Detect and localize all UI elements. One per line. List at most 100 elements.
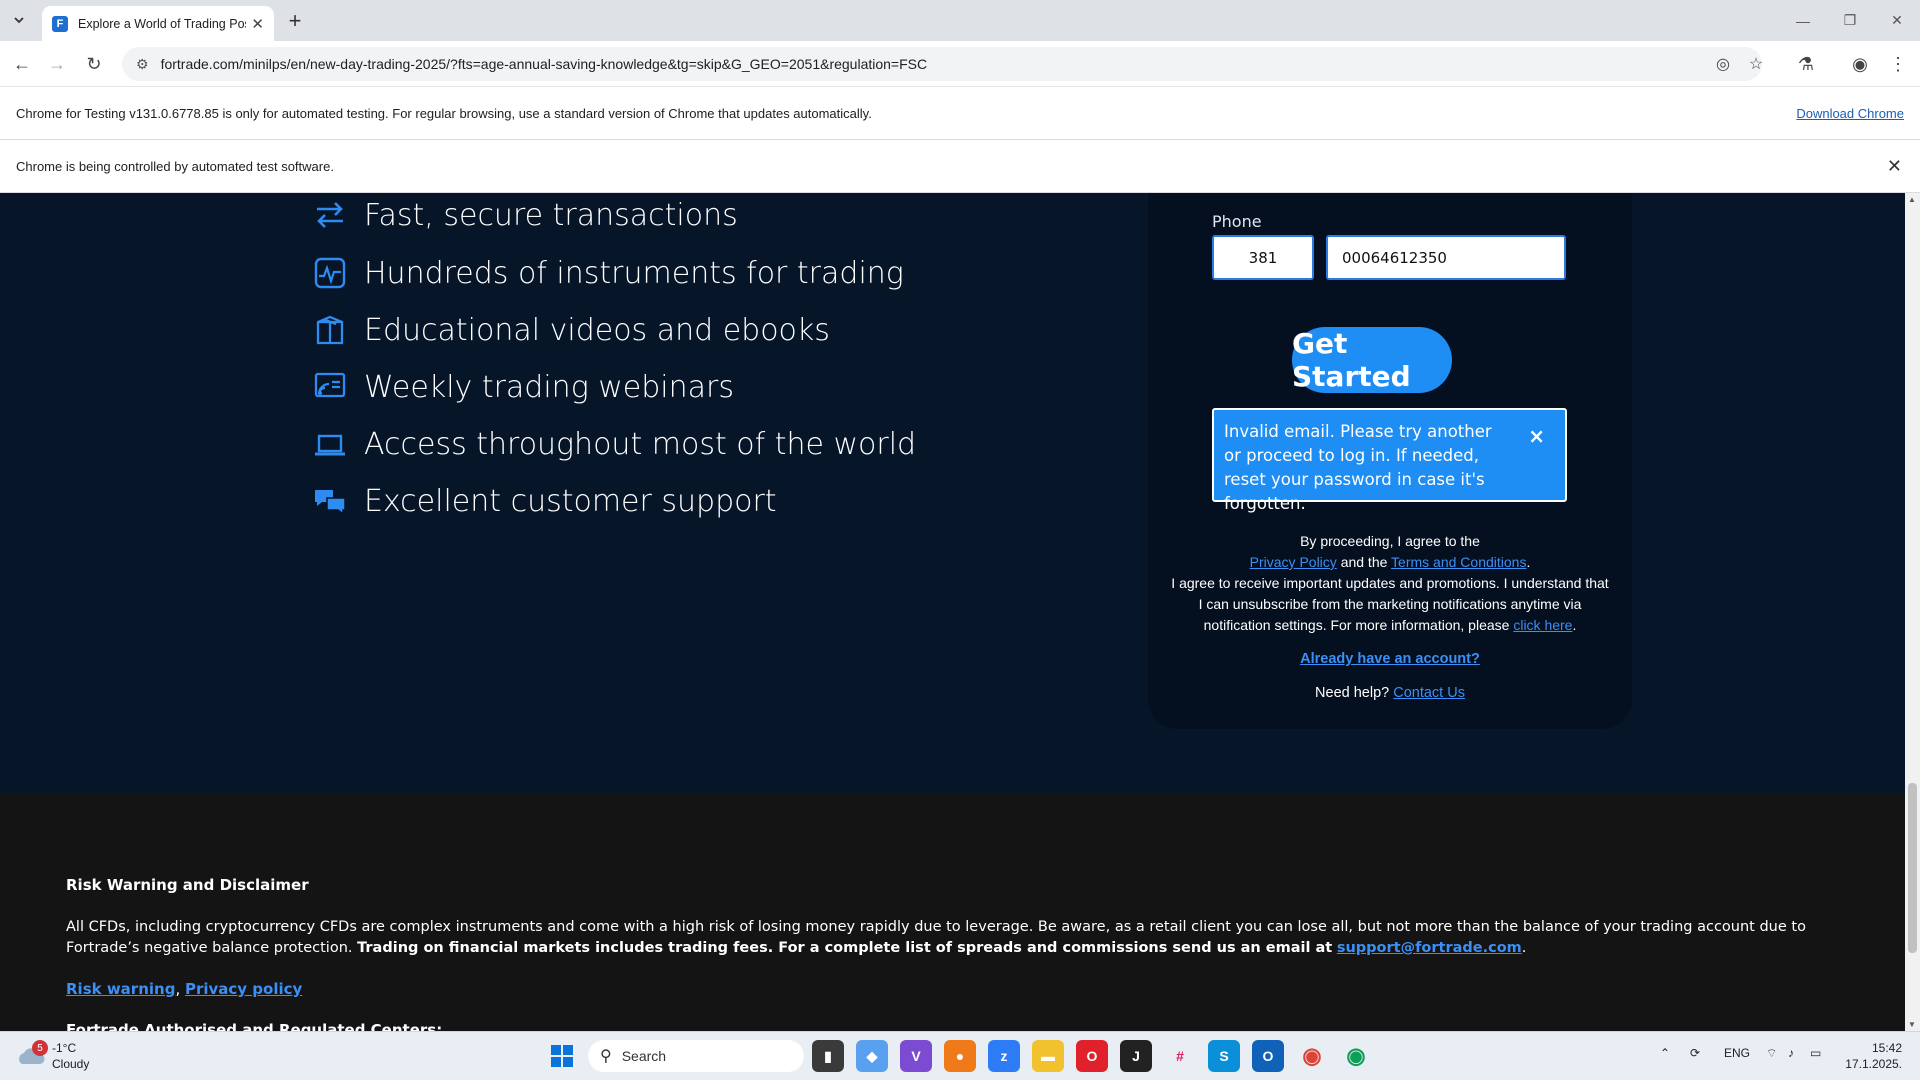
close-infobar-icon[interactable]: ✕ bbox=[1887, 156, 1902, 177]
site-info-icon[interactable]: ⚙ bbox=[136, 56, 149, 73]
weather-widget[interactable]: 5 -1°C Cloudy bbox=[16, 1040, 89, 1072]
opera-icon[interactable]: O bbox=[1076, 1040, 1108, 1072]
phone-number-field[interactable]: 00064612350 bbox=[1326, 235, 1566, 280]
windows-taskbar: 5 -1°C Cloudy ⚲ Search ▮ ◆ V ● z ▬ O J #… bbox=[0, 1031, 1920, 1080]
contact-us-link[interactable]: Contact Us bbox=[1393, 685, 1465, 701]
sync-icon[interactable]: ⟳ bbox=[1690, 1046, 1700, 1060]
close-window-button[interactable]: ✕ bbox=[1874, 0, 1920, 41]
book-box-icon bbox=[312, 312, 348, 348]
phone-label: Phone bbox=[1212, 212, 1262, 231]
laptop-icon bbox=[312, 426, 348, 462]
back-button[interactable]: ← bbox=[8, 50, 36, 78]
legal-consent-text: By proceeding, I agree to the Privacy Po… bbox=[1171, 533, 1609, 633]
risk-warning-link[interactable]: Risk warning bbox=[66, 980, 175, 998]
browser-toolbar: ← → ↻ ⚙ fortrade.com/minilps/en/new-day-… bbox=[0, 41, 1920, 87]
visual-studio-icon[interactable]: V bbox=[900, 1040, 932, 1072]
footer: Risk Warning and Disclaimer All CFDs, in… bbox=[0, 793, 1905, 1031]
automation-infobar: Chrome is being controlled by automated … bbox=[0, 140, 1920, 193]
url-text: fortrade.com/minilps/en/new-day-trading-… bbox=[160, 56, 928, 72]
wifi-icon[interactable]: ⌔ bbox=[1766, 1046, 1777, 1061]
hero-section: Fast, secure transactions Hundreds of in… bbox=[0, 193, 1905, 793]
minimize-button[interactable]: — bbox=[1780, 0, 1826, 41]
feature-item: Hundreds of instruments for trading bbox=[312, 255, 904, 291]
reload-button[interactable]: ↻ bbox=[80, 50, 108, 78]
page-scrollbar[interactable]: ▲ ▼ bbox=[1905, 193, 1920, 1031]
outlook-icon[interactable]: O bbox=[1252, 1040, 1284, 1072]
chevron-down-icon bbox=[14, 17, 24, 24]
restore-button[interactable]: ❐ bbox=[1827, 0, 1873, 41]
tab-title: Explore a World of Trading Pos bbox=[78, 16, 246, 31]
feature-label: Weekly trading webinars bbox=[364, 369, 734, 405]
new-tab-button[interactable]: + bbox=[282, 8, 308, 34]
close-error-icon[interactable]: × bbox=[1528, 424, 1545, 448]
bookmark-star-icon[interactable]: ☆ bbox=[1742, 47, 1770, 81]
tab-close-icon[interactable]: ✕ bbox=[251, 15, 264, 33]
scroll-up-icon[interactable]: ▲ bbox=[1908, 195, 1916, 204]
get-started-button[interactable]: Get Started bbox=[1292, 327, 1452, 393]
folder-icon[interactable]: ▬ bbox=[1032, 1040, 1064, 1072]
weather-desc: Cloudy bbox=[52, 1057, 90, 1071]
click-here-link[interactable]: click here bbox=[1513, 617, 1572, 633]
chrome-testing-icon[interactable]: ◉ bbox=[1340, 1040, 1372, 1072]
windows-start-icon[interactable] bbox=[546, 1040, 578, 1072]
scroll-down-icon[interactable]: ▼ bbox=[1908, 1020, 1916, 1029]
error-message: Invalid email. Please try another or pro… bbox=[1212, 408, 1567, 513]
already-have-account-link[interactable]: Already have an account? bbox=[1168, 651, 1612, 667]
file-explorer-dark-icon[interactable]: ▮ bbox=[812, 1040, 844, 1072]
forward-button[interactable]: → bbox=[43, 50, 71, 78]
jetbrains-icon[interactable]: J bbox=[1120, 1040, 1152, 1072]
support-email-link[interactable]: support@fortrade.com bbox=[1337, 940, 1522, 956]
feature-label: Educational videos and ebooks bbox=[364, 312, 830, 348]
legal-and: and the bbox=[1340, 554, 1388, 570]
feature-item: Weekly trading webinars bbox=[312, 369, 734, 405]
risk-warning-title: Risk Warning and Disclaimer bbox=[66, 876, 309, 894]
skype-icon[interactable]: S bbox=[1208, 1040, 1240, 1072]
need-help-row: Need help? Contact Us bbox=[1168, 685, 1612, 701]
active-tab[interactable]: F Explore a World of Trading Pos ✕ bbox=[42, 6, 274, 41]
testing-infobar: Chrome for Testing v131.0.6778.85 is onl… bbox=[0, 87, 1920, 140]
taskbar-search-label: Search bbox=[621, 1048, 667, 1064]
regulated-centers-heading: Fortrade Authorised and Regulated Center… bbox=[66, 1021, 443, 1031]
firefox-icon[interactable]: ● bbox=[944, 1040, 976, 1072]
system-clock[interactable]: 15:42 17.1.2025. bbox=[1845, 1040, 1902, 1072]
cloud-icon: 5 bbox=[16, 1040, 48, 1068]
slack-icon[interactable]: # bbox=[1164, 1040, 1196, 1072]
download-chrome-link[interactable]: Download Chrome bbox=[1796, 106, 1904, 121]
zoom-icon[interactable]: z bbox=[988, 1040, 1020, 1072]
country-code-field[interactable]: 381 bbox=[1212, 235, 1314, 280]
tab-search-button[interactable] bbox=[6, 8, 32, 32]
feature-label: Hundreds of instruments for trading bbox=[364, 255, 904, 291]
signup-form-card: Phone 381 00064612350 Get Started Invali… bbox=[1148, 193, 1632, 729]
chrome-icon[interactable]: ◉ bbox=[1296, 1040, 1328, 1072]
scrollbar-thumb[interactable] bbox=[1908, 783, 1917, 953]
menu-kebab-icon[interactable]: ⋮ bbox=[1884, 50, 1912, 78]
error-text: Invalid email. Please try another or pro… bbox=[1224, 422, 1492, 513]
battery-icon[interactable]: ▭ bbox=[1810, 1046, 1821, 1060]
tab-strip: F Explore a World of Trading Pos ✕ + — ❐… bbox=[0, 0, 1920, 41]
labs-flask-icon[interactable]: ⚗ bbox=[1792, 50, 1820, 78]
feature-label: Fast, secure transactions bbox=[364, 197, 738, 233]
profile-icon[interactable]: ◉ bbox=[1846, 50, 1874, 78]
taskbar-search[interactable]: ⚲ Search bbox=[588, 1040, 804, 1072]
copilot-icon[interactable]: ◆ bbox=[856, 1040, 888, 1072]
chat-bubbles-icon bbox=[312, 483, 348, 519]
testing-infobar-text: Chrome for Testing v131.0.6778.85 is onl… bbox=[16, 105, 872, 121]
language-indicator[interactable]: ENG bbox=[1724, 1046, 1750, 1060]
automation-infobar-text: Chrome is being controlled by automated … bbox=[16, 158, 334, 174]
feature-item: Educational videos and ebooks bbox=[312, 312, 830, 348]
transfer-arrows-icon bbox=[312, 197, 348, 233]
footer-links: Risk warning, Privacy policy bbox=[66, 980, 303, 998]
volume-icon[interactable]: ♪ bbox=[1788, 1046, 1794, 1060]
eye-off-icon[interactable]: ◎ bbox=[1709, 47, 1737, 81]
address-bar[interactable]: ⚙ fortrade.com/minilps/en/new-day-tradin… bbox=[122, 47, 1762, 81]
webinar-icon bbox=[312, 369, 348, 405]
feature-item: Access throughout most of the world bbox=[312, 426, 916, 462]
legal-intro: By proceeding, I agree to the bbox=[1300, 533, 1480, 549]
feature-label: Excellent customer support bbox=[364, 483, 777, 519]
weather-temp: -1°C bbox=[52, 1041, 77, 1055]
privacy-policy-link[interactable]: Privacy Policy bbox=[1250, 554, 1337, 570]
privacy-policy-footer-link[interactable]: Privacy policy bbox=[185, 980, 302, 998]
tray-overflow-icon[interactable]: ⌃ bbox=[1660, 1046, 1670, 1060]
web-page: Fast, secure transactions Hundreds of in… bbox=[0, 193, 1905, 1031]
terms-link[interactable]: Terms and Conditions bbox=[1391, 554, 1526, 570]
